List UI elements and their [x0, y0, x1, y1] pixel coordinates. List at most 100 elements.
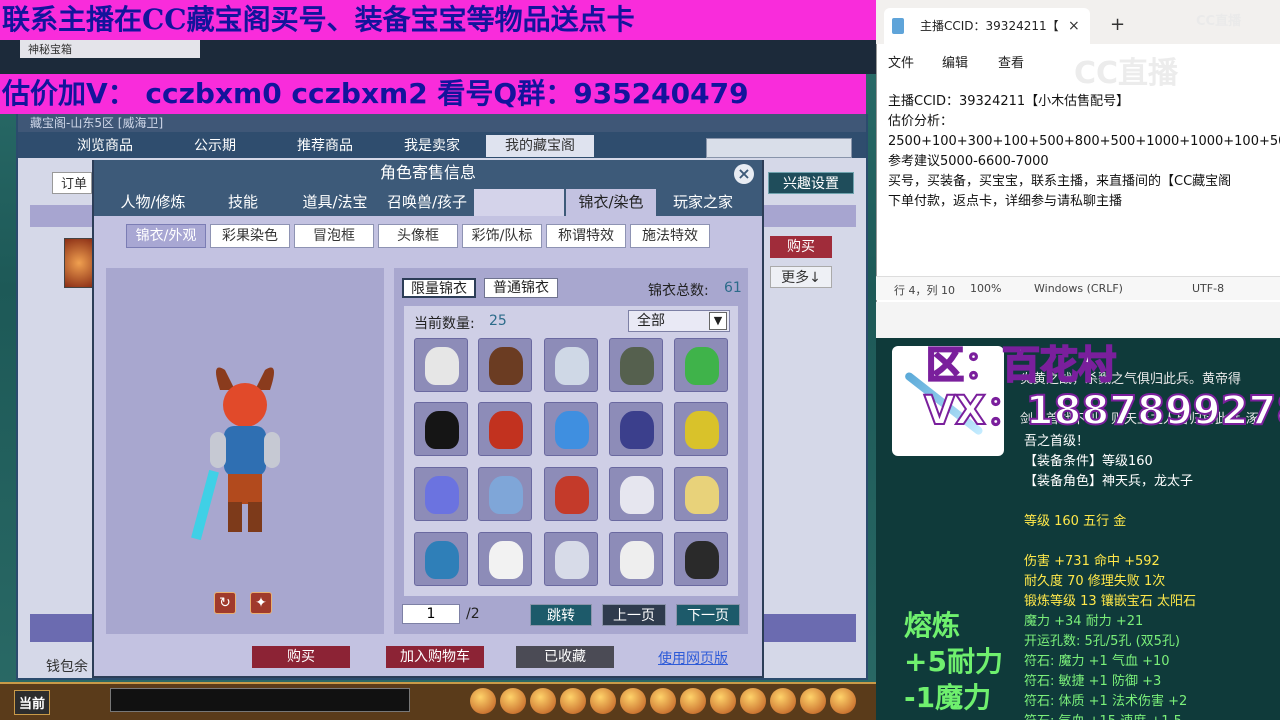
tab-outfit[interactable]: 锦衣/染色 [566, 189, 656, 216]
buy-button[interactable]: 购买 [252, 646, 350, 668]
outfit-item-3[interactable] [544, 338, 598, 392]
outfit-type-select[interactable]: 全部 ▼ [628, 310, 730, 332]
subtab-dye[interactable]: 彩果染色 [210, 224, 290, 248]
notepad-file-icon [892, 18, 904, 34]
outfit-total-value: 61 [724, 280, 742, 296]
listing-avatar[interactable] [64, 238, 94, 288]
tab-summons[interactable]: 召唤兽/孩子 [382, 189, 472, 216]
listing-buy-button[interactable]: 购买 [770, 236, 832, 258]
skill-slot-icon[interactable] [800, 688, 826, 714]
outfit-item-9[interactable] [609, 402, 663, 456]
outfit-item-2[interactable] [478, 338, 532, 392]
menu-view[interactable]: 查看 [998, 52, 1024, 71]
nav-tab-recommend[interactable]: 推荐商品 [270, 135, 380, 157]
collected-button[interactable]: 已收藏 [516, 646, 614, 668]
outfit-item-20[interactable] [674, 532, 728, 586]
notepad-tab-close-icon[interactable]: × [1068, 18, 1080, 34]
tab-skills[interactable]: 技能 [198, 189, 288, 216]
skill-slot-icon[interactable] [500, 688, 526, 714]
add-to-cart-button[interactable]: 加入购物车 [386, 646, 484, 668]
rotate-icon[interactable]: ↻ [214, 592, 236, 614]
chevron-down-icon[interactable]: ▼ [709, 312, 727, 330]
item-stat-line: 开运孔数: 5孔/5孔 (双5孔) [1024, 634, 1180, 649]
status-line-ending: Windows (CRLF) [1034, 282, 1123, 295]
notepad-tab[interactable]: 主播CCID：39324211【 [884, 8, 1090, 44]
filter-limited-outfit[interactable]: 限量锦衣 [402, 278, 476, 298]
prev-page-button[interactable]: 上一页 [602, 604, 666, 626]
skill-slot-icon[interactable] [770, 688, 796, 714]
order-button[interactable]: 订单 [52, 172, 92, 194]
outfit-item-4[interactable] [609, 338, 663, 392]
listing-more-button[interactable]: 更多↓ [770, 266, 832, 288]
outfit-item-icon [555, 476, 589, 514]
browser-tab[interactable]: 神秘宝箱 [20, 40, 200, 58]
outfit-item-icon [555, 347, 589, 385]
item-stat-line: 符石: 体质 +1 法术伤害 +2 [1024, 694, 1188, 709]
subtab-cast-effect[interactable]: 施法特效 [630, 224, 710, 248]
menu-file[interactable]: 文件 [888, 52, 914, 71]
subtab-title-effect[interactable]: 称谓特效 [546, 224, 626, 248]
outfit-item-12[interactable] [478, 467, 532, 521]
outfit-item-17[interactable] [478, 532, 532, 586]
action-icon[interactable]: ✦ [250, 592, 272, 614]
item-stat-line: 魔力 +34 耐力 +21 [1024, 614, 1144, 629]
outfit-item-icon [425, 347, 459, 385]
outfit-item-5[interactable] [674, 338, 728, 392]
skill-slot-icon[interactable] [530, 688, 556, 714]
outfit-item-19[interactable] [609, 532, 663, 586]
skill-slot-icon[interactable] [740, 688, 766, 714]
item-stat-line: 耐久度 70 修理失败 1次 [1024, 574, 1166, 589]
outfit-item-icon [425, 541, 459, 579]
nav-tab-browse[interactable]: 浏览商品 [50, 135, 160, 157]
page-total: /2 [466, 606, 480, 622]
chat-channel-current[interactable]: 当前 [14, 690, 51, 715]
skill-slot-icon[interactable] [830, 688, 856, 714]
notepad-text-area[interactable]: 主播CCID：39324211【小木估售配号】 估价分析： 2500+100+3… [888, 92, 1280, 272]
filter-normal-outfit[interactable]: 普通锦衣 [484, 278, 558, 298]
outfit-item-icon [685, 347, 719, 385]
outfit-item-7[interactable] [478, 402, 532, 456]
skill-slot-icon[interactable] [470, 688, 496, 714]
subtab-team-badge[interactable]: 彩饰/队标 [462, 224, 542, 248]
outfit-item-10[interactable] [674, 402, 728, 456]
jump-button[interactable]: 跳转 [530, 604, 592, 626]
skill-slot-icon[interactable] [650, 688, 676, 714]
subtab-outfit[interactable]: 锦衣/外观 [126, 224, 206, 248]
outfit-item-16[interactable] [414, 532, 468, 586]
skill-slot-icon[interactable] [710, 688, 736, 714]
subtab-avatar-frame[interactable]: 头像框 [378, 224, 458, 248]
outfit-item-14[interactable] [609, 467, 663, 521]
outfit-item-18[interactable] [544, 532, 598, 586]
modal-close-button[interactable]: × [734, 164, 754, 184]
page-number-input[interactable]: 1 [402, 604, 460, 624]
tab-player-home[interactable]: 玩家之家 [658, 189, 748, 216]
interest-settings-button[interactable]: 兴趣设置 [768, 172, 854, 194]
next-page-button[interactable]: 下一页 [676, 604, 740, 626]
chat-input[interactable] [110, 688, 410, 712]
nav-tab-public[interactable]: 公示期 [160, 135, 270, 157]
outfit-item-1[interactable] [414, 338, 468, 392]
outfit-item-15[interactable] [674, 467, 728, 521]
nav-tab-seller[interactable]: 我是卖家 [378, 135, 486, 157]
new-tab-icon[interactable]: + [1110, 14, 1125, 35]
skill-slot-icon[interactable] [560, 688, 586, 714]
outfit-item-8[interactable] [544, 402, 598, 456]
web-version-link[interactable]: 使用网页版 [658, 648, 728, 668]
outfit-item-icon [685, 476, 719, 514]
subtab-bubble[interactable]: 冒泡框 [294, 224, 374, 248]
tab-character[interactable]: 人物/修炼 [108, 189, 198, 216]
menu-edit[interactable]: 编辑 [942, 52, 968, 71]
cc-live-watermark: CC直播 [1074, 56, 1179, 91]
nav-tab-my-cbg[interactable]: 我的藏宝阁 [486, 135, 594, 157]
skill-slot-icon[interactable] [590, 688, 616, 714]
skill-slot-icon[interactable] [620, 688, 646, 714]
cbg-search-input[interactable] [706, 138, 852, 158]
outfit-item-6[interactable] [414, 402, 468, 456]
outfit-item-11[interactable] [414, 467, 468, 521]
tab-items[interactable]: 道具/法宝 [290, 189, 380, 216]
outfit-item-13[interactable] [544, 467, 598, 521]
item-stat-line: 锻炼等级 13 镶嵌宝石 太阳石 [1024, 594, 1196, 609]
tab-hidden[interactable] [474, 189, 564, 216]
skill-slot-icon[interactable] [680, 688, 706, 714]
outfit-item-icon [555, 411, 589, 449]
